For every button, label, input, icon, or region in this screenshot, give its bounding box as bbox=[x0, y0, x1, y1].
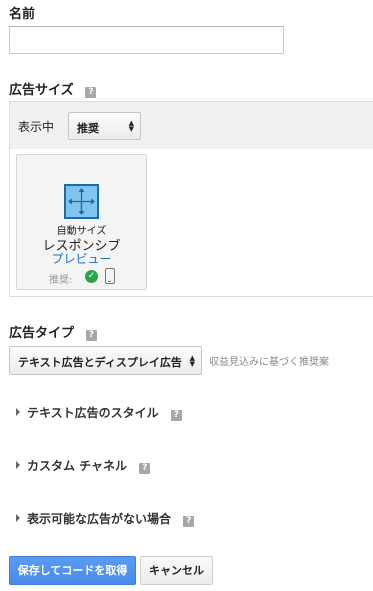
help-icon[interactable]: ? bbox=[170, 410, 182, 421]
save-and-get-code-button[interactable]: 保存してコードを取得 bbox=[9, 556, 136, 585]
collapsible-label: カスタム チャネル bbox=[27, 459, 128, 473]
arrows-move-icon bbox=[64, 184, 99, 219]
chevron-right-icon bbox=[16, 408, 20, 416]
ad-type-select[interactable]: テキスト広告とディスプレイ広告 ▲ ▼ bbox=[9, 346, 202, 375]
showing-select-value: 推奨 bbox=[77, 122, 99, 135]
collapsible-text-ad-style[interactable]: テキスト広告のスタイル ? bbox=[16, 404, 182, 421]
ad-size-heading: 広告サイズ ? bbox=[9, 79, 97, 98]
name-label: 名前 bbox=[9, 7, 36, 22]
help-icon[interactable]: ? bbox=[85, 87, 97, 98]
check-circle-icon: ✓ bbox=[85, 270, 98, 283]
ad-type-label: 広告タイプ bbox=[9, 326, 75, 341]
chevron-right-icon bbox=[16, 461, 20, 469]
name-input[interactable] bbox=[9, 26, 284, 54]
cancel-button[interactable]: キャンセル bbox=[140, 556, 213, 585]
collapsible-custom-channel[interactable]: カスタム チャネル ? bbox=[16, 457, 151, 474]
help-icon[interactable]: ? bbox=[139, 463, 151, 474]
ad-type-heading: 広告タイプ ? bbox=[9, 322, 97, 341]
showing-select[interactable]: 推奨 ▲ ▼ bbox=[68, 112, 141, 140]
card-recommended-label: 推奨: bbox=[49, 275, 73, 286]
ad-size-toolbar: 表示中 推奨 ▲ ▼ bbox=[10, 102, 373, 149]
ad-type-hint: 収益見込みに基づく推奨案 bbox=[209, 357, 329, 368]
showing-label: 表示中 bbox=[18, 120, 55, 134]
ad-size-card-responsive[interactable]: 自動サイズ レスポンシブ プレビュー 推奨: ✓ bbox=[16, 154, 147, 290]
chevron-right-icon bbox=[16, 514, 20, 522]
ad-size-label: 広告サイズ bbox=[9, 83, 74, 98]
select-arrows-icon: ▲ ▼ bbox=[189, 353, 195, 368]
ad-type-select-value: テキスト広告とディスプレイ広告 bbox=[18, 356, 182, 369]
collapsible-label: テキスト広告のスタイル bbox=[27, 406, 159, 420]
ad-size-panel: 表示中 推奨 ▲ ▼ 自動サイズ レスポンシブ プレビュー 推奨: ✓ bbox=[9, 101, 373, 297]
select-arrows-icon: ▲ ▼ bbox=[128, 119, 134, 133]
help-icon[interactable]: ? bbox=[85, 330, 97, 341]
help-icon[interactable]: ? bbox=[183, 516, 195, 527]
smartphone-icon bbox=[105, 268, 115, 284]
collapsible-label: 表示可能な広告がない場合 bbox=[27, 512, 172, 526]
collapsible-no-ads-available[interactable]: 表示可能な広告がない場合 ? bbox=[16, 510, 195, 527]
preview-link[interactable]: プレビュー bbox=[17, 250, 146, 267]
